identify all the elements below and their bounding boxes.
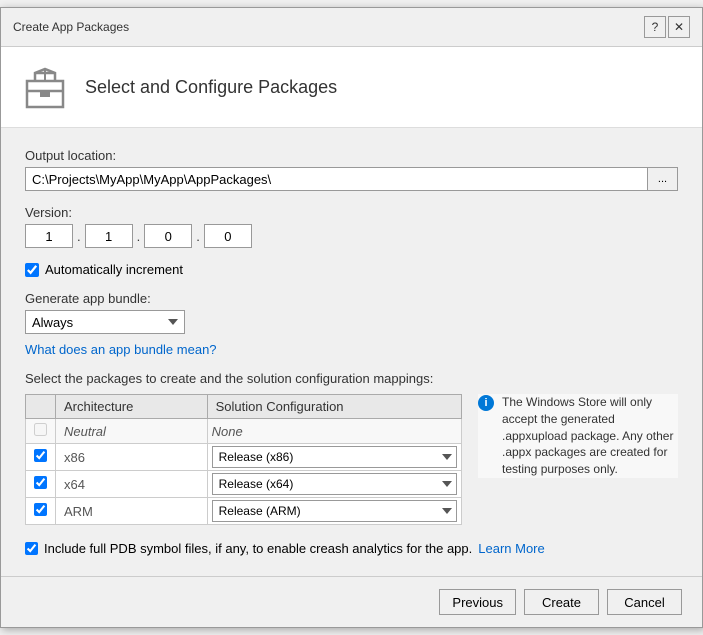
config-dropdown-x86[interactable]: Release (x86) Debug (x86) xyxy=(212,446,457,468)
version-field-4[interactable] xyxy=(204,224,252,248)
pdb-checkbox[interactable] xyxy=(25,542,38,555)
version-field-2[interactable] xyxy=(85,224,133,248)
close-button[interactable]: ✕ xyxy=(668,16,690,38)
version-sep-2: . xyxy=(133,229,145,244)
table-row: Neutral None xyxy=(26,419,462,444)
config-neutral: None xyxy=(207,419,461,444)
config-dropdown-x64[interactable]: Release (x64) Debug (x64) xyxy=(212,473,457,495)
footer: Previous Create Cancel xyxy=(1,576,702,627)
version-label: Version: xyxy=(25,205,678,220)
table-row: x86 Release (x86) Debug (x86) xyxy=(26,444,462,471)
info-box-inner: i The Windows Store will only accept the… xyxy=(478,394,678,478)
row-checkbox-neutral[interactable] xyxy=(34,423,47,436)
packages-section: Select the packages to create and the so… xyxy=(25,371,678,525)
info-box-text: The Windows Store will only accept the g… xyxy=(502,394,678,478)
arch-x64: x64 xyxy=(56,471,208,498)
content-area: Output location: ... Version: . . . Auto… xyxy=(1,128,702,576)
info-icon: i xyxy=(478,395,494,411)
version-inputs: . . . xyxy=(25,224,678,248)
table-row: x64 Release (x64) Debug (x64) xyxy=(26,471,462,498)
table-row: ARM Release (ARM) Debug (ARM) xyxy=(26,498,462,525)
package-icon xyxy=(21,63,69,111)
dialog: Create App Packages ? ✕ Select and Confi… xyxy=(0,7,703,628)
header-section: Select and Configure Packages xyxy=(1,47,702,128)
version-group: Version: . . . xyxy=(25,205,678,248)
pdb-learn-more-link[interactable]: Learn More xyxy=(478,541,544,556)
generate-bundle-group: Generate app bundle: Always If needed Ne… xyxy=(25,291,678,334)
auto-increment-checkbox[interactable] xyxy=(25,263,39,277)
page-title: Select and Configure Packages xyxy=(85,77,337,98)
version-sep-3: . xyxy=(192,229,204,244)
config-dropdown-arm[interactable]: Release (ARM) Debug (ARM) xyxy=(212,500,457,522)
bundle-info-link[interactable]: What does an app bundle mean? xyxy=(25,342,217,357)
pdb-label[interactable]: Include full PDB symbol files, if any, t… xyxy=(44,541,472,556)
version-sep-1: . xyxy=(73,229,85,244)
version-field-1[interactable] xyxy=(25,224,73,248)
table-header-row: Architecture Solution Configuration xyxy=(26,395,462,419)
packages-table: Architecture Solution Configuration Neut… xyxy=(25,394,462,525)
config-arm: Release (ARM) Debug (ARM) xyxy=(207,498,461,525)
row-checkbox-arm[interactable] xyxy=(34,503,47,516)
output-location-label: Output location: xyxy=(25,148,678,163)
row-checkbox-x64[interactable] xyxy=(34,476,47,489)
packages-table-wrapper: Architecture Solution Configuration Neut… xyxy=(25,394,462,525)
packages-content: Architecture Solution Configuration Neut… xyxy=(25,394,678,525)
neutral-config-label: None xyxy=(212,424,243,439)
config-x64: Release (x64) Debug (x64) xyxy=(207,471,461,498)
help-button[interactable]: ? xyxy=(644,16,666,38)
bundle-link-row: What does an app bundle mean? xyxy=(25,342,678,357)
title-bar: Create App Packages ? ✕ xyxy=(1,8,702,47)
browse-button[interactable]: ... xyxy=(648,167,678,191)
cancel-button[interactable]: Cancel xyxy=(607,589,682,615)
col-header-architecture: Architecture xyxy=(56,395,208,419)
col-header-config: Solution Configuration xyxy=(207,395,461,419)
generate-bundle-dropdown[interactable]: Always If needed Never xyxy=(25,310,185,334)
row-checkbox-x86[interactable] xyxy=(34,449,47,462)
dialog-title: Create App Packages xyxy=(13,20,129,34)
row-checkbox-cell xyxy=(26,471,56,498)
info-box: i The Windows Store will only accept the… xyxy=(478,394,678,478)
title-bar-buttons: ? ✕ xyxy=(644,16,690,38)
generate-bundle-label: Generate app bundle: xyxy=(25,291,678,306)
version-field-3[interactable] xyxy=(144,224,192,248)
auto-increment-label[interactable]: Automatically increment xyxy=(45,262,183,277)
auto-increment-row: Automatically increment xyxy=(25,262,678,277)
row-checkbox-cell xyxy=(26,444,56,471)
arch-neutral: Neutral xyxy=(56,419,208,444)
arch-x86: x86 xyxy=(56,444,208,471)
pdb-row: Include full PDB symbol files, if any, t… xyxy=(25,541,678,556)
arch-arm: ARM xyxy=(56,498,208,525)
row-checkbox-cell xyxy=(26,498,56,525)
output-location-input-row: ... xyxy=(25,167,678,191)
col-header-checkbox xyxy=(26,395,56,419)
packages-section-label: Select the packages to create and the so… xyxy=(25,371,678,386)
output-location-group: Output location: ... xyxy=(25,148,678,191)
create-button[interactable]: Create xyxy=(524,589,599,615)
row-checkbox-cell xyxy=(26,419,56,444)
output-location-input[interactable] xyxy=(25,167,648,191)
config-x86: Release (x86) Debug (x86) xyxy=(207,444,461,471)
previous-button[interactable]: Previous xyxy=(439,589,516,615)
